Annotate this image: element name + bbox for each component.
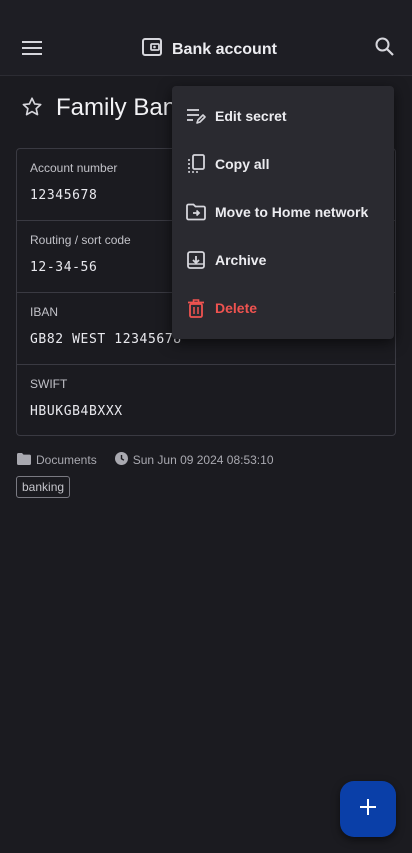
search-button[interactable]	[372, 36, 396, 62]
folder-info: Documents	[17, 452, 97, 468]
menu-item-move[interactable]: Move to Home network	[172, 188, 394, 236]
field-value: 12345678	[30, 188, 98, 203]
menu-item-edit-secret[interactable]: Edit secret	[172, 92, 394, 140]
field-value: 12-34-56	[30, 260, 98, 275]
field-label: IBAN	[30, 305, 59, 319]
menu-item-label: Archive	[215, 252, 267, 268]
search-icon	[375, 37, 394, 61]
menu-button[interactable]	[12, 34, 52, 66]
menu-item-label: Delete	[215, 300, 258, 316]
timestamp: Sun Jun 09 2024 08:53:10	[132, 453, 274, 467]
field-swift[interactable]: SWIFT HBUKGB4BXXX	[17, 365, 395, 437]
folder-name: Documents	[36, 453, 97, 467]
star-icon[interactable]	[21, 96, 43, 123]
plus-icon	[359, 798, 377, 821]
menu-item-copy-all[interactable]: Copy all	[172, 140, 394, 188]
menu-item-label: Copy all	[215, 156, 270, 172]
move-folder-icon	[186, 202, 206, 222]
timestamp-info: Sun Jun 09 2024 08:53:10	[114, 452, 274, 468]
status-bar	[0, 0, 412, 24]
copy-icon	[186, 154, 206, 174]
field-label: Routing / sort code	[30, 233, 131, 247]
secret-name: Family Bank	[56, 94, 189, 121]
secret-meta: Documents Sun Jun 09 2024 08:53:10	[17, 452, 274, 468]
app-bar: Bank account	[0, 24, 412, 76]
menu-item-label: Move to Home network	[215, 204, 369, 220]
app-bar-title: Bank account	[172, 40, 277, 58]
field-label: SWIFT	[30, 377, 68, 391]
archive-icon	[186, 250, 206, 270]
menu-item-delete[interactable]: Delete	[172, 284, 394, 332]
menu-item-label: Edit secret	[215, 108, 287, 124]
delete-icon	[186, 298, 206, 318]
menu-item-archive[interactable]: Archive	[172, 236, 394, 284]
field-value: GB82 WEST 12345678	[30, 332, 182, 347]
tag-chip[interactable]: banking	[16, 476, 71, 498]
edit-icon	[186, 106, 206, 126]
field-label: Account number	[30, 161, 118, 175]
clock-icon	[114, 452, 128, 468]
overflow-menu: Edit secret Copy all Move to Home networ…	[172, 86, 394, 339]
wallet-icon	[142, 38, 162, 61]
app-bar-title-group: Bank account	[142, 38, 277, 61]
folder-icon	[17, 452, 31, 468]
menu-icon	[22, 40, 42, 60]
add-button[interactable]	[340, 781, 396, 837]
field-value: HBUKGB4BXXX	[30, 404, 123, 419]
